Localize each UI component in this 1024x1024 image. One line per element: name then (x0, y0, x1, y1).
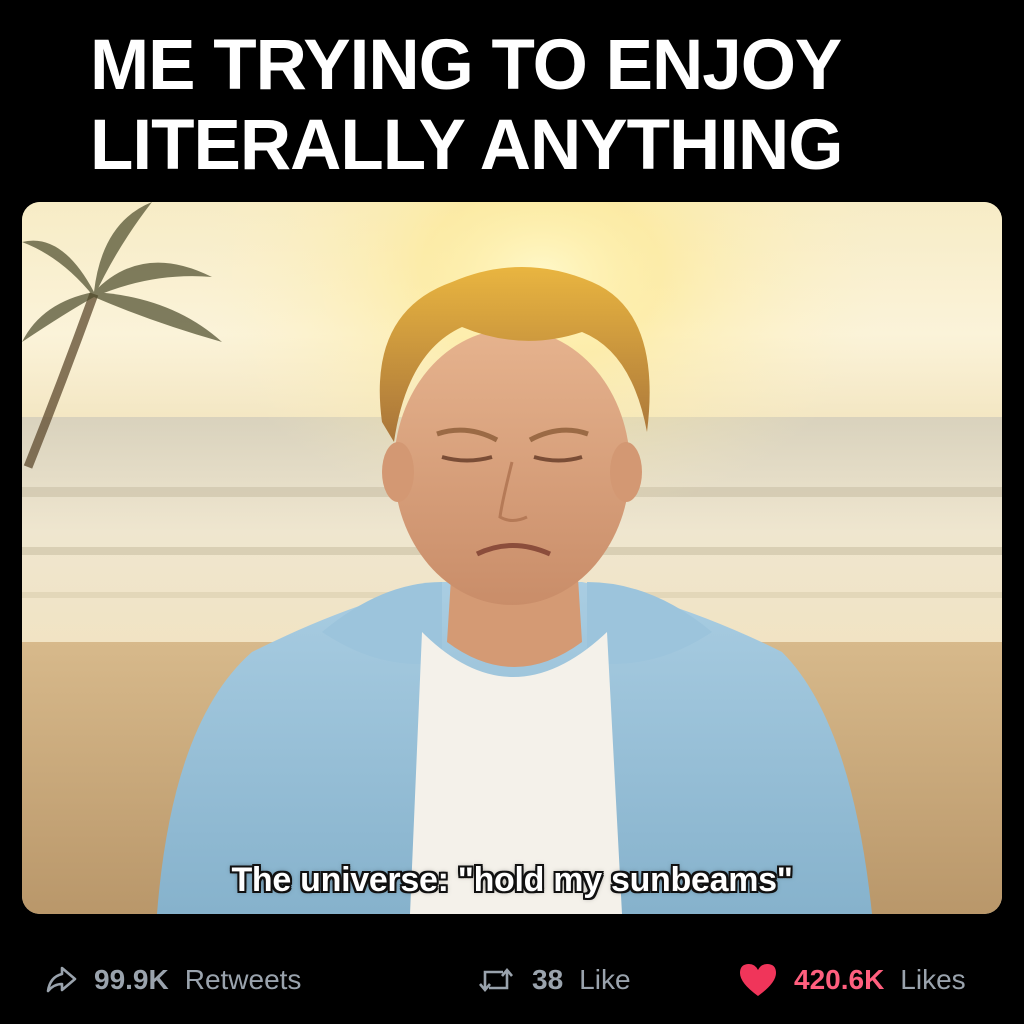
retweet-label: Like (579, 964, 631, 995)
like-label: Likes (900, 964, 966, 995)
heart-icon (738, 962, 778, 998)
like-count: 420.6K (794, 964, 885, 995)
share-icon (44, 963, 78, 997)
share-button[interactable]: 99.9K Retweets (44, 952, 301, 1008)
meme-title-line-2: LITERALLY ANYTHING (90, 106, 844, 185)
meme-title: ME TRYING TO ENJOY LITERALLY ANYTHING (90, 26, 990, 186)
share-count: 99.9K (94, 964, 169, 995)
beach-portrait-image (22, 202, 1002, 914)
retweet-icon (476, 963, 516, 997)
post-actions-bar: 99.9K Retweets 38 Like 420.6K Likes (0, 952, 1024, 1008)
meme-photo[interactable]: The universe: "hold my sunbeams" (22, 202, 1002, 914)
meme-caption: The universe: "hold my sunbeams" (231, 861, 793, 899)
share-label: Retweets (184, 964, 302, 995)
meme-title-line-1: ME TRYING TO ENJOY (90, 26, 842, 105)
like-button[interactable]: 420.6K Likes (738, 952, 966, 1008)
meme-post: ME TRYING TO ENJOY LITERALLY ANYTHING Th… (0, 0, 1024, 1024)
retweet-count: 38 (532, 964, 564, 995)
retweet-button[interactable]: 38 Like (476, 952, 631, 1008)
